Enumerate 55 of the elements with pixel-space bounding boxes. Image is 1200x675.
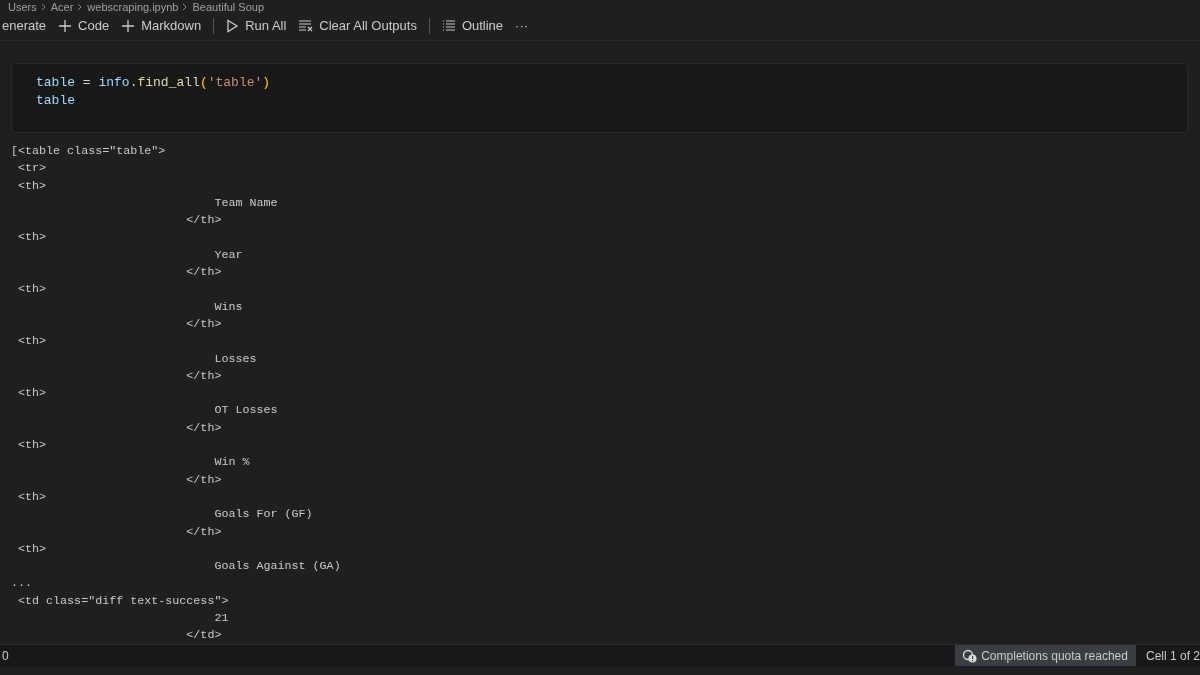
output-line: 21 [213, 610, 229, 627]
clear-outputs-icon [298, 20, 314, 32]
output-line: </th> [185, 471, 222, 489]
output-line: Goals For (GF) [213, 506, 313, 524]
toolbar-button[interactable]: enerate [2, 16, 47, 36]
output-line: <tr> [17, 160, 47, 178]
output-line: <th> [17, 177, 47, 195]
output-line: Losses [213, 350, 257, 368]
output-line: Year [213, 246, 243, 264]
chevron-icon [182, 3, 189, 11]
output-line: Win % [213, 454, 250, 472]
output-line: <th> [17, 488, 47, 506]
toolbar-button[interactable]: Outline [441, 16, 504, 36]
code-line: table [36, 92, 75, 110]
output-line: <th> [17, 437, 47, 455]
breadcrumb-item[interactable]: Users [8, 1, 37, 13]
output-line: Wins [213, 298, 243, 316]
toolbar-button[interactable]: Run All [226, 16, 287, 36]
output-line: </th> [185, 523, 222, 541]
output-line: Goals Against (GA) [213, 558, 341, 576]
output-line: </th> [185, 212, 222, 230]
plus-icon [121, 19, 136, 33]
toolbar-button[interactable]: Code [58, 16, 110, 36]
output-line: ... [11, 575, 33, 593]
output-line: </th> [185, 264, 222, 282]
output-line: </th> [185, 367, 222, 385]
toolbar-button[interactable]: Markdown [121, 16, 202, 36]
code-cell[interactable]: table = info.find_all('table') table [11, 63, 1188, 133]
status-text: 0 [2, 647, 9, 665]
output-line: <th> [17, 385, 47, 403]
output-line: <th> [17, 281, 47, 299]
output-line: <th> [17, 540, 47, 558]
cell-position[interactable]: Cell 1 of 2 [1135, 646, 1200, 665]
run-icon [226, 19, 240, 33]
output-line: Team Name [213, 194, 278, 212]
plus-icon [58, 19, 73, 33]
breadcrumb-item[interactable]: webscraping.ipynb [87, 1, 179, 13]
output-line: <th> [17, 333, 47, 351]
output-line: </td> [185, 627, 222, 644]
output-line: <th> [17, 229, 47, 247]
code-line: table = info.find_all('table') [36, 74, 271, 92]
output-line: [<table class="table"> [11, 143, 166, 160]
toolbar-button[interactable]: ··· [515, 16, 529, 36]
quota-status-item[interactable]: Completions quota reached [955, 645, 1136, 666]
output-line: </th> [185, 315, 222, 333]
output-line: </th> [185, 419, 222, 437]
output-line: OT Losses [213, 402, 278, 420]
output-line: <td class="diff text-success"> [17, 592, 229, 610]
chevron-icon [40, 3, 47, 11]
breadcrumb-item[interactable]: Beautiful Soup [192, 1, 265, 13]
list-icon [441, 20, 456, 32]
toolbar-button[interactable]: Clear All Outputs [298, 16, 417, 36]
copilot-warning-icon [963, 648, 978, 663]
breadcrumb-item[interactable]: Acer [50, 1, 74, 13]
chevron-icon [77, 3, 84, 11]
